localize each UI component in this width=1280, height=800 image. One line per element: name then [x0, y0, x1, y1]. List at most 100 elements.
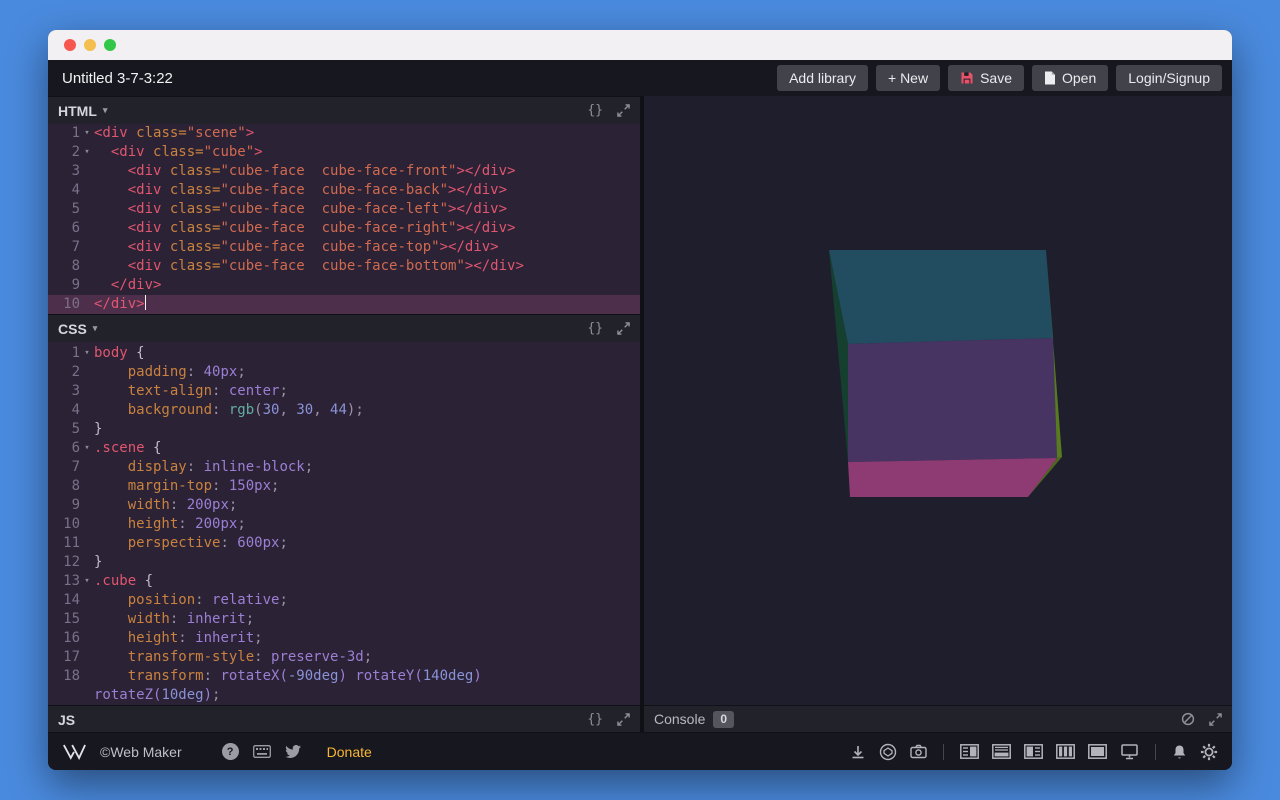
- js-pane-toggle[interactable]: JS: [58, 712, 75, 728]
- css-editor[interactable]: 1▾body {2 padding: 40px;3 text-align: ce…: [48, 342, 640, 705]
- code-line[interactable]: rotateZ(10deg);: [48, 686, 640, 705]
- footer-bar: ©Web Maker ? Donate: [48, 732, 1232, 770]
- save-label: Save: [980, 70, 1012, 86]
- code-line[interactable]: 11 perspective: 600px;: [48, 534, 640, 553]
- code-line[interactable]: 16 height: inherit;: [48, 629, 640, 648]
- open-label: Open: [1062, 70, 1096, 86]
- login-signup-button[interactable]: Login/Signup: [1116, 65, 1222, 91]
- header-actions: Add library + New Save Open Login/Signup: [777, 65, 1222, 91]
- main-area: HTML ▾ {} 1▾<div class="scene">2▾ <div c…: [48, 96, 1232, 732]
- twitter-icon[interactable]: [285, 745, 301, 758]
- layout-split-bottom-icon[interactable]: [992, 744, 1011, 759]
- expand-console-icon[interactable]: [1209, 713, 1222, 726]
- code-line[interactable]: 18 transform: rotateX(-90deg) rotateY(14…: [48, 667, 640, 686]
- keyboard-shortcuts-icon[interactable]: [253, 745, 271, 758]
- code-line[interactable]: 12}: [48, 553, 640, 572]
- clear-console-icon[interactable]: [1181, 712, 1195, 726]
- code-line[interactable]: 1▾body {: [48, 344, 640, 363]
- cube-face-bottom: [848, 458, 1057, 497]
- document-title: Untitled 3-7-3:22: [62, 70, 777, 87]
- open-button[interactable]: Open: [1032, 65, 1108, 91]
- console-label: Console: [654, 711, 705, 727]
- code-line[interactable]: 1▾<div class="scene">: [48, 124, 640, 143]
- console-count-badge: 0: [713, 711, 734, 728]
- add-library-button[interactable]: Add library: [777, 65, 868, 91]
- code-line[interactable]: 4 <div class="cube-face cube-face-back">…: [48, 181, 640, 200]
- help-icon[interactable]: ?: [222, 743, 239, 760]
- app-header: Untitled 3-7-3:22 Add library + New Save…: [48, 60, 1232, 96]
- code-line[interactable]: 6▾.scene {: [48, 439, 640, 458]
- code-line[interactable]: 9 </div>: [48, 276, 640, 295]
- cube-face-front: [848, 338, 1057, 462]
- expand-pane-icon[interactable]: [617, 713, 630, 726]
- layout-split-right-icon[interactable]: [960, 744, 979, 759]
- code-line[interactable]: 15 width: inherit;: [48, 610, 640, 629]
- code-line[interactable]: 5}: [48, 420, 640, 439]
- code-line[interactable]: 4 background: rgb(30, 30, 44);: [48, 401, 640, 420]
- webmaker-window: Untitled 3-7-3:22 Add library + New Save…: [48, 30, 1232, 770]
- layout-split-left-icon[interactable]: [1024, 744, 1043, 759]
- donate-link[interactable]: Donate: [327, 744, 372, 760]
- code-line[interactable]: 3 <div class="cube-face cube-face-front"…: [48, 162, 640, 181]
- expand-pane-icon[interactable]: [617, 322, 630, 335]
- cube-face-top: [829, 250, 1053, 344]
- screenshot-camera-icon[interactable]: [910, 744, 927, 759]
- webmaker-logo[interactable]: [62, 743, 86, 760]
- code-line[interactable]: 7 <div class="cube-face cube-face-top"><…: [48, 238, 640, 257]
- settings-gear-icon[interactable]: [1200, 743, 1218, 761]
- format-code-icon[interactable]: {}: [587, 321, 603, 336]
- add-library-label: Add library: [789, 70, 856, 86]
- html-editor[interactable]: 1▾<div class="scene">2▾ <div class="cube…: [48, 124, 640, 314]
- code-line[interactable]: 2 padding: 40px;: [48, 363, 640, 382]
- code-line[interactable]: 3 text-align: center;: [48, 382, 640, 401]
- code-line[interactable]: 7 display: inline-block;: [48, 458, 640, 477]
- format-code-icon[interactable]: {}: [587, 712, 603, 727]
- css-pane-toggle[interactable]: CSS ▾: [58, 321, 97, 337]
- download-file-icon[interactable]: [850, 744, 866, 760]
- window-titlebar: [48, 30, 1232, 60]
- code-line[interactable]: 5 <div class="cube-face cube-face-left">…: [48, 200, 640, 219]
- html-pane-label: HTML: [58, 103, 97, 119]
- code-line[interactable]: 2▾ <div class="cube">: [48, 143, 640, 162]
- fullscreen-window-button[interactable]: [104, 39, 116, 51]
- minimize-window-button[interactable]: [84, 39, 96, 51]
- new-label: + New: [888, 70, 928, 86]
- codepen-export-icon[interactable]: [879, 743, 897, 761]
- code-line[interactable]: 10</div>: [48, 295, 640, 314]
- preview-pane: [644, 96, 1232, 705]
- layout-fullscreen-icon[interactable]: [1088, 744, 1107, 759]
- preview-cube-render: [644, 96, 1232, 705]
- code-line[interactable]: 13▾.cube {: [48, 572, 640, 591]
- code-line[interactable]: 9 width: 200px;: [48, 496, 640, 515]
- editor-column: HTML ▾ {} 1▾<div class="scene">2▾ <div c…: [48, 96, 640, 732]
- js-pane-header: JS {}: [48, 705, 640, 733]
- login-signup-label: Login/Signup: [1128, 70, 1210, 86]
- css-pane-header: CSS ▾ {}: [48, 314, 640, 342]
- expand-pane-icon[interactable]: [617, 104, 630, 117]
- code-line[interactable]: 8 margin-top: 150px;: [48, 477, 640, 496]
- footer-separator: [1155, 744, 1156, 760]
- html-pane-header: HTML ▾ {}: [48, 96, 640, 124]
- html-pane-toggle[interactable]: HTML ▾: [58, 103, 107, 119]
- code-line[interactable]: 6 <div class="cube-face cube-face-right"…: [48, 219, 640, 238]
- code-line[interactable]: 8 <div class="cube-face cube-face-bottom…: [48, 257, 640, 276]
- footer-actions: [850, 743, 1218, 761]
- chevron-down-icon: ▾: [93, 323, 98, 334]
- layout-columns-icon[interactable]: [1056, 744, 1075, 759]
- layout-detached-icon[interactable]: [1120, 744, 1139, 760]
- open-file-icon: [1044, 71, 1056, 85]
- close-window-button[interactable]: [64, 39, 76, 51]
- js-pane-label: JS: [58, 712, 75, 728]
- notifications-bell-icon[interactable]: [1172, 744, 1187, 760]
- output-column: Console 0: [644, 96, 1232, 732]
- format-code-icon[interactable]: {}: [587, 103, 603, 118]
- code-line[interactable]: 14 position: relative;: [48, 591, 640, 610]
- copyright-text: ©Web Maker: [100, 744, 182, 760]
- save-button[interactable]: Save: [948, 65, 1024, 91]
- footer-separator: [943, 744, 944, 760]
- code-line[interactable]: 17 transform-style: preserve-3d;: [48, 648, 640, 667]
- new-button[interactable]: + New: [876, 65, 940, 91]
- text-cursor: [145, 295, 146, 310]
- console-header[interactable]: Console 0: [644, 705, 1232, 732]
- code-line[interactable]: 10 height: 200px;: [48, 515, 640, 534]
